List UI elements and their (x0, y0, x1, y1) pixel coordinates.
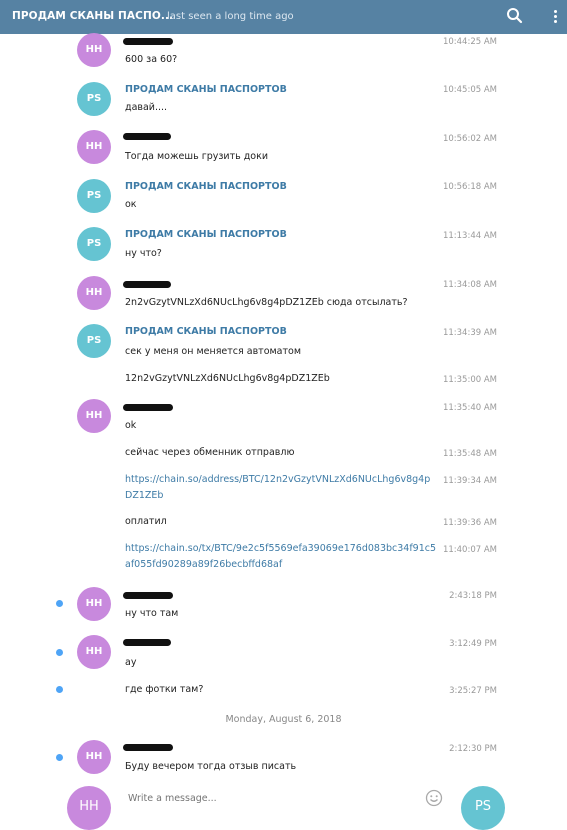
message-text: 600 за 60? (125, 54, 178, 65)
message-time: 10:45:05 AM (442, 85, 497, 95)
message-input[interactable] (128, 790, 408, 806)
own-avatar[interactable]: HH (67, 786, 111, 830)
avatar[interactable]: HH (77, 587, 111, 621)
chat-title[interactable]: ПРОДАМ СКАНЫ ПАСПО... (12, 10, 173, 22)
message-time: 2:12:30 PM (449, 744, 497, 754)
message-text: давай.... (125, 102, 168, 113)
redacted-sender-name (123, 38, 173, 45)
avatar[interactable]: HH (77, 33, 111, 67)
message-text: Тогда можешь грузить доки (125, 151, 269, 162)
message-time: 10:44:25 AM (442, 37, 497, 47)
sender-name[interactable]: ПРОДАМ СКАНЫ ПАСПОРТОВ (125, 181, 287, 192)
unread-dot (56, 649, 63, 656)
sender-name[interactable]: ПРОДАМ СКАНЫ ПАСПОРТОВ (125, 84, 287, 95)
sender-name[interactable]: ПРОДАМ СКАНЫ ПАСПОРТОВ (125, 229, 287, 240)
message-time: 10:56:02 AM (442, 134, 497, 144)
avatar[interactable]: PS (77, 179, 111, 213)
message-text: ау (125, 657, 137, 668)
avatar[interactable]: HH (77, 399, 111, 433)
redacted-sender-name (123, 744, 173, 751)
message-text: где фотки там? (125, 684, 204, 695)
avatar[interactable]: HH (77, 276, 111, 310)
message-text: 12n2vGzytVNLzXd6NUcLhg6v8g4pDZ1ZEb (125, 373, 330, 384)
message-text: 2n2vGzytVNLzXd6NUcLhg6v8g4pDZ1ZEb сюда о… (125, 297, 408, 308)
message-time: 11:13:44 AM (442, 231, 497, 241)
redacted-sender-name (123, 281, 171, 288)
message-time: 3:12:49 PM (449, 639, 497, 649)
message-text: оплатил (125, 516, 167, 527)
message-time: 11:34:08 AM (442, 280, 497, 290)
search-icon[interactable] (506, 7, 524, 25)
unread-dot (56, 754, 63, 761)
message-time: 11:39:36 AM (442, 518, 497, 528)
sender-name[interactable]: ПРОДАМ СКАНЫ ПАСПОРТОВ (125, 326, 287, 337)
message-time: 3:25:27 PM (449, 686, 497, 696)
chat-status: last seen a long time ago (167, 11, 294, 22)
message-text: сейчас через обменник отправлю (125, 447, 295, 458)
message-time: 11:39:34 AM (442, 476, 497, 486)
message-text: ну что? (125, 248, 162, 259)
message-text: ok (125, 420, 137, 431)
avatar[interactable]: PS (77, 82, 111, 116)
unread-dot (56, 686, 63, 693)
date-separator: Monday, August 6, 2018 (225, 714, 342, 725)
message-time: 11:35:00 AM (442, 375, 497, 385)
message-time: 10:56:18 AM (442, 182, 497, 192)
more-vertical-icon[interactable] (548, 8, 562, 26)
peer-avatar[interactable]: PS (461, 786, 505, 830)
redacted-sender-name (123, 133, 171, 140)
message-time: 2:43:18 PM (449, 591, 497, 601)
message-time: 11:35:40 AM (442, 403, 497, 413)
message-link[interactable]: https://chain.so/address/BTC/12n2vGzytVN… (125, 472, 437, 504)
chat-header: ПРОДАМ СКАНЫ ПАСПО... last seen a long t… (0, 0, 567, 34)
message-time: 11:34:39 AM (442, 328, 497, 338)
message-time: 11:40:07 AM (442, 545, 497, 555)
avatar[interactable]: HH (77, 635, 111, 669)
redacted-sender-name (123, 404, 173, 411)
smile-icon[interactable] (425, 789, 443, 807)
avatar[interactable]: HH (77, 130, 111, 164)
message-text: ок (125, 199, 137, 210)
avatar[interactable]: PS (77, 227, 111, 261)
message-link[interactable]: https://chain.so/tx/BTC/9e2c5f5569efa390… (125, 541, 437, 573)
message-text: сек у меня он меняется автоматом (125, 346, 302, 357)
redacted-sender-name (123, 639, 171, 646)
message-text: Буду вечером тогда отзыв писать (125, 761, 297, 772)
avatar[interactable]: PS (77, 324, 111, 358)
avatar[interactable]: HH (77, 740, 111, 774)
unread-dot (56, 600, 63, 607)
message-time: 11:35:48 AM (442, 449, 497, 459)
message-text: ну что там (125, 608, 179, 619)
redacted-sender-name (123, 592, 173, 599)
